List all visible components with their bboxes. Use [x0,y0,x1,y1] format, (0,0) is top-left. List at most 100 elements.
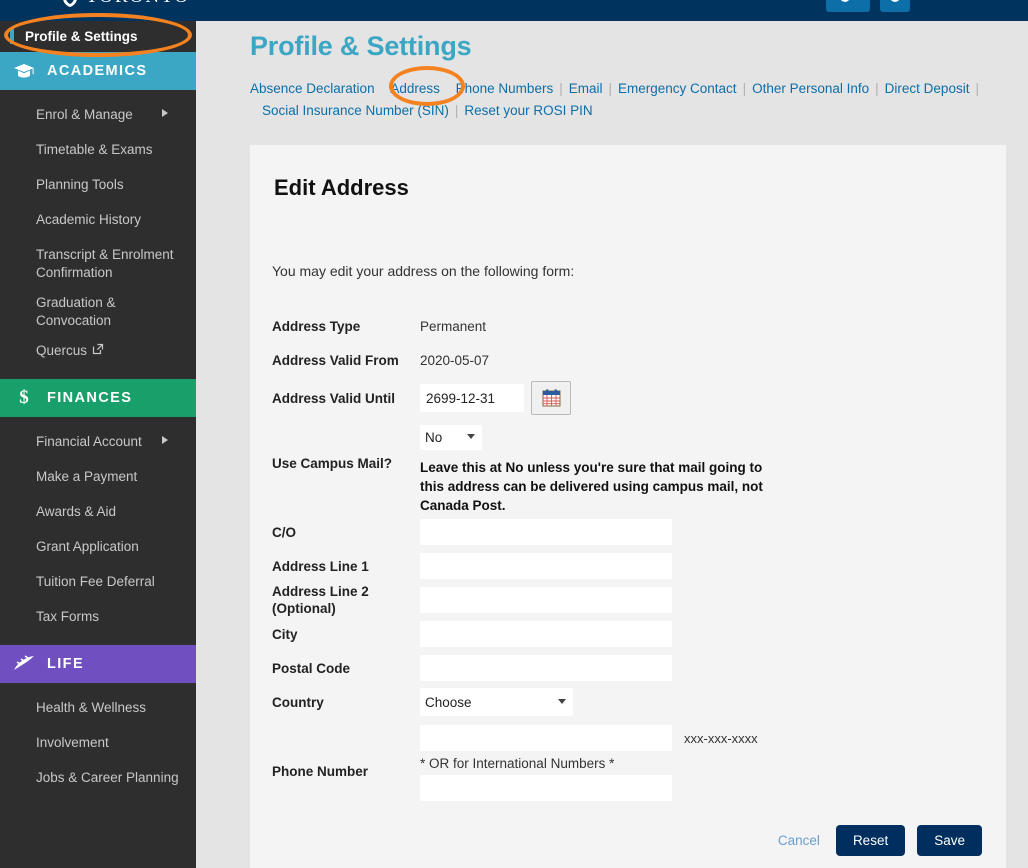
reset-button[interactable]: Reset [835,825,906,856]
sidebar-item-make-a-payment[interactable]: Make a Payment [0,462,196,497]
sidebar-item-grant-application[interactable]: Grant Application [0,532,196,567]
address-line-2-input[interactable] [420,587,672,613]
sidebar-item-label: Enrol & Manage [36,107,133,122]
cancel-button[interactable]: Cancel [774,827,824,854]
city-input[interactable] [420,621,672,647]
valid-from-label: Address Valid From [272,352,399,368]
graduation-cap-icon [12,61,36,81]
tab-address[interactable]: Address [390,81,440,96]
sidebar-item-health-wellness[interactable]: Health & Wellness [0,693,196,728]
campus-mail-label: Use Campus Mail? [272,456,393,471]
sidebar-item-tuition-fee-deferral[interactable]: Tuition Fee Deferral [0,567,196,602]
calendar-icon[interactable] [531,381,571,415]
external-link-icon [92,342,104,360]
country-label: Country [272,694,324,710]
phone-number-input[interactable] [420,725,672,751]
sidebar-item-label: Awards & Aid [36,504,117,519]
field-row-address-type: Address Type Permanent [250,309,1006,343]
field-row-phone-number: Phone Number xxx-xxx-xxxx * OR for Inter… [250,719,1006,817]
sidebar-item-enrol-manage[interactable]: Enrol & Manage [0,100,196,135]
valid-until-input[interactable] [420,384,524,412]
sidebar-item-awards-aid[interactable]: Awards & Aid [0,497,196,532]
valid-from-value: 2020-05-07 [420,352,490,368]
tab-absence-declaration[interactable]: Absence Declaration [250,81,375,96]
sidebar-section-academics[interactable]: ACADEMICS [0,52,196,90]
sidebar-item-graduation-convocation[interactable]: Graduation & Convocation [0,288,196,336]
sidebar-item-academic-history[interactable]: Academic History [0,205,196,240]
dollar-sign-icon: $ [19,387,29,408]
sidebar-nav-academics: Enrol & Manage Timetable & Exams Plannin… [0,90,196,379]
brand-text: TORONTO [86,0,190,8]
tab-emergency-contact[interactable]: Emergency Contact [618,81,737,96]
page-title: Profile & Settings [250,31,472,61]
address-line-1-input[interactable] [420,553,672,579]
city-label: City [272,626,298,642]
sidebar-item-label: Profile & Settings [25,29,138,44]
field-row-address-line-1: Address Line 1 [250,549,1006,583]
tab-separator: | [975,81,979,96]
postal-code-input[interactable] [420,655,672,681]
sidebar-item-label: Involvement [36,735,109,750]
user-account-button[interactable] [826,0,870,12]
tab-separator [440,81,456,96]
tab-reset-rosi-pin[interactable]: Reset your ROSI PIN [464,103,592,118]
field-row-country: Country Choose [250,685,1006,719]
edit-address-card: Edit Address You may edit your address o… [250,145,1006,868]
sidebar-item-involvement[interactable]: Involvement [0,728,196,763]
campus-mail-select[interactable]: No [420,425,482,450]
phone-international-input[interactable] [420,775,672,801]
sidebar-item-quercus[interactable]: Quercus [0,336,196,371]
sidebar-item-label: Planning Tools [36,177,124,192]
sidebar-item-label: Transcript & Enrolment Confirmation [36,247,174,280]
sidebar-item-label: Jobs & Career Planning [36,770,179,785]
sidebar-item-profile-settings[interactable]: Profile & Settings [0,21,196,52]
postal-code-label: Postal Code [272,660,351,676]
sidebar-section-life[interactable]: LIFE [0,645,196,683]
u-of-t-crest-icon [63,0,77,7]
address-type-label: Address Type [272,318,361,334]
tab-direct-deposit[interactable]: Direct Deposit [885,81,970,96]
save-button[interactable]: Save [917,825,982,856]
field-row-city: City [250,617,1006,651]
address-line-1-label: Address Line 1 [272,558,369,574]
sidebar-item-transcript-enrolment-confirmation[interactable]: Transcript & Enrolment Confirmation [0,240,196,288]
tab-other-personal-info[interactable]: Other Personal Info [752,81,869,96]
chevron-down-icon [890,0,900,2]
co-label: C/O [272,524,297,540]
tab-email[interactable]: Email [569,81,603,96]
field-row-address-line-2: Address Line 2 (Optional) [250,583,1006,617]
tab-phone-numbers[interactable]: Phone Numbers [456,81,554,96]
country-select[interactable]: Choose [420,688,573,716]
sidebar-item-label: Financial Account [36,434,142,449]
valid-until-label: Address Valid Until [272,390,396,406]
field-row-campus-mail: Use Campus Mail? No Leave this at No unl… [250,419,1006,515]
brand-logo[interactable]: TORONTO [60,0,190,8]
form-actions: Cancel Reset Save [774,825,982,856]
menu-toggle-button[interactable] [880,0,910,12]
tab-separator [375,81,391,96]
leaf-icon [12,654,36,674]
sidebar-item-planning-tools[interactable]: Planning Tools [0,170,196,205]
sidebar-section-finances[interactable]: $ FINANCES [0,379,196,417]
tab-separator: | [875,81,879,96]
co-input[interactable] [420,519,672,545]
sidebar-item-jobs-career-planning[interactable]: Jobs & Career Planning [0,763,196,798]
sidebar-item-label: Tax Forms [36,609,100,624]
tab-social-insurance-number[interactable]: Social Insurance Number (SIN) [262,103,449,118]
sidebar-item-financial-account[interactable]: Financial Account [0,427,196,462]
sidebar-item-tax-forms[interactable]: Tax Forms [0,602,196,637]
campus-mail-select-wrap: No [420,425,482,450]
tab-separator: | [559,81,563,96]
sidebar-item-timetable-exams[interactable]: Timetable & Exams [0,135,196,170]
acorn-app-window: TORONTO ACORN Profile & Settings [0,0,1028,868]
field-row-postal-code: Postal Code [250,651,1006,685]
field-row-valid-until: Address Valid Until [250,377,1006,419]
field-row-valid-from: Address Valid From 2020-05-07 [250,343,1006,377]
sidebar-nav-finances: Financial Account Make a Payment Awards … [0,417,196,645]
address-line-2-label: Address Line 2 (Optional) [272,584,369,616]
card-title: Edit Address [274,175,409,200]
campus-mail-note: Leave this at No unless you're sure that… [420,460,763,513]
card-intro-text: You may edit your address on the followi… [272,263,575,279]
active-indicator [10,29,14,44]
chevron-right-icon [162,436,168,444]
